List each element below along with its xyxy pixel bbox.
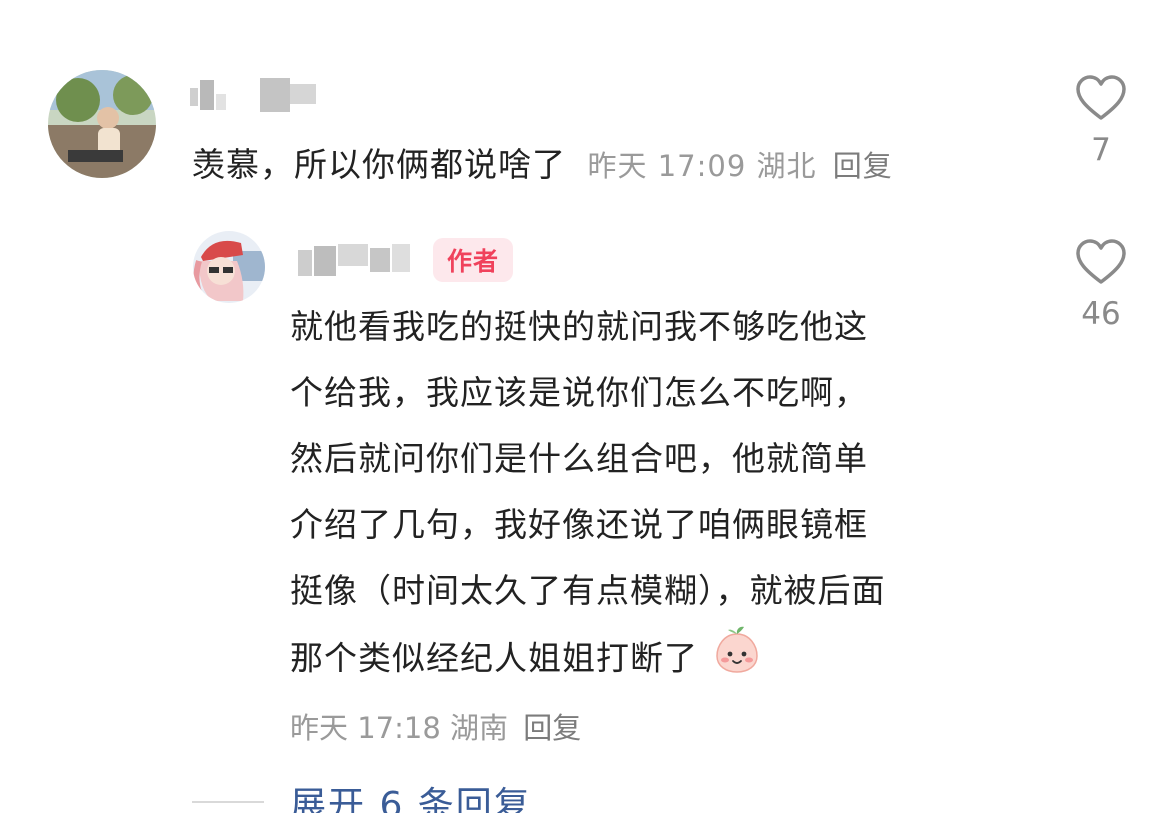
like-count: 46 [1081,296,1121,332]
reply-button[interactable]: 回复 [523,711,581,745]
smiling-peach-face-icon [714,624,760,696]
heart-outline-icon [1076,239,1126,284]
comment-thread: 羡慕，所以你俩都说啥了 昨天 17:09 湖北 回复 7 作者 就他看我吃的挺快… [0,0,1168,813]
heart-outline-icon [1076,75,1126,120]
expand-divider [192,801,264,803]
reply-time: 昨天 17:18 [290,711,441,745]
reply-line: 个给我，我应该是说你们怎么不吃啊， [290,373,868,412]
reply-line: 介绍了几句，我好像还说了咱俩眼镜框 [290,505,868,544]
like-button[interactable]: 7 [1071,74,1131,168]
commenter-name[interactable] [190,76,330,116]
reply-body: 就他看我吃的挺快的就问我不够吃他这 个给我，我应该是说你们怎么不吃啊， 然后就问… [290,294,1020,696]
like-count: 7 [1091,132,1111,168]
blurred-username-icon [298,244,410,276]
reply-line: 那个类似经纪人姐姐打断了 [290,638,698,678]
expand-replies-button[interactable]: 展开 6 条回复 [290,776,532,813]
author-name[interactable]: 作者 [298,238,514,282]
author-badge: 作者 [433,238,514,282]
reply-line: 挺像（时间太久了有点模糊），就被后面 [290,571,886,610]
commenter-avatar[interactable] [48,70,156,178]
author-avatar[interactable] [193,231,265,303]
comment-meta: 昨天 17:09 湖北 回复 [588,149,893,183]
reply-line: 然后就问你们是什么组合吧，他就简单 [290,439,868,478]
blurred-username-icon [190,78,316,112]
reply-button[interactable]: 回复 [833,149,893,183]
like-button[interactable]: 46 [1071,238,1131,332]
comment-location: 湖北 [756,149,817,183]
reply-location: 湖南 [450,711,509,745]
comment-time: 昨天 17:09 [587,149,747,183]
comment-text: 羡慕，所以你俩都说啥了 [192,145,566,184]
reply-line-last: 那个类似经纪人姐姐打断了 [290,624,1020,696]
reply-meta: 昨天 17:18 湖南 回复 [290,705,581,747]
reply-line: 就他看我吃的挺快的就问我不够吃他这 [290,307,868,346]
comment-body: 羡慕，所以你俩都说啥了 昨天 17:09 湖北 回复 [192,132,893,199]
